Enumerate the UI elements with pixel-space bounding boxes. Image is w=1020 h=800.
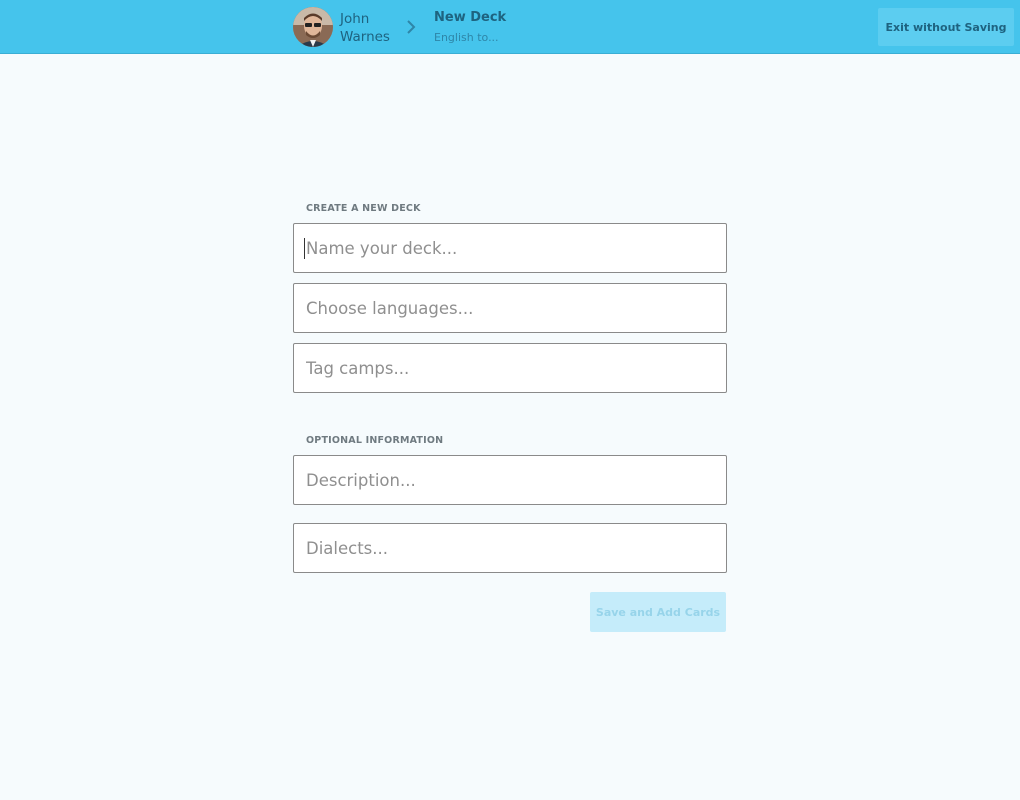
breadcrumb-title: New Deck: [434, 10, 507, 25]
exit-without-saving-button[interactable]: Exit without Saving: [878, 8, 1014, 46]
create-deck-section-label: CREATE A NEW DECK: [306, 203, 421, 214]
user-avatar[interactable]: [293, 7, 333, 47]
save-and-add-cards-button[interactable]: Save and Add Cards: [590, 592, 726, 632]
user-last-name: Warnes: [340, 29, 390, 45]
breadcrumb-subtitle: English to...: [434, 31, 499, 44]
avatar-photo-icon: [293, 7, 333, 47]
tag-camps-input[interactable]: [293, 343, 727, 393]
deck-name-input[interactable]: [293, 223, 727, 273]
optional-info-section-label: OPTIONAL INFORMATION: [306, 435, 444, 446]
description-input[interactable]: [293, 455, 727, 505]
user-name[interactable]: John Warnes: [340, 10, 400, 46]
chevron-right-icon: [404, 17, 420, 37]
user-first-name: John: [340, 11, 370, 27]
dialects-input[interactable]: [293, 523, 727, 573]
top-bar: John Warnes New Deck English to... Exit …: [0, 0, 1020, 54]
text-caret: [304, 238, 305, 259]
languages-input[interactable]: [293, 283, 727, 333]
